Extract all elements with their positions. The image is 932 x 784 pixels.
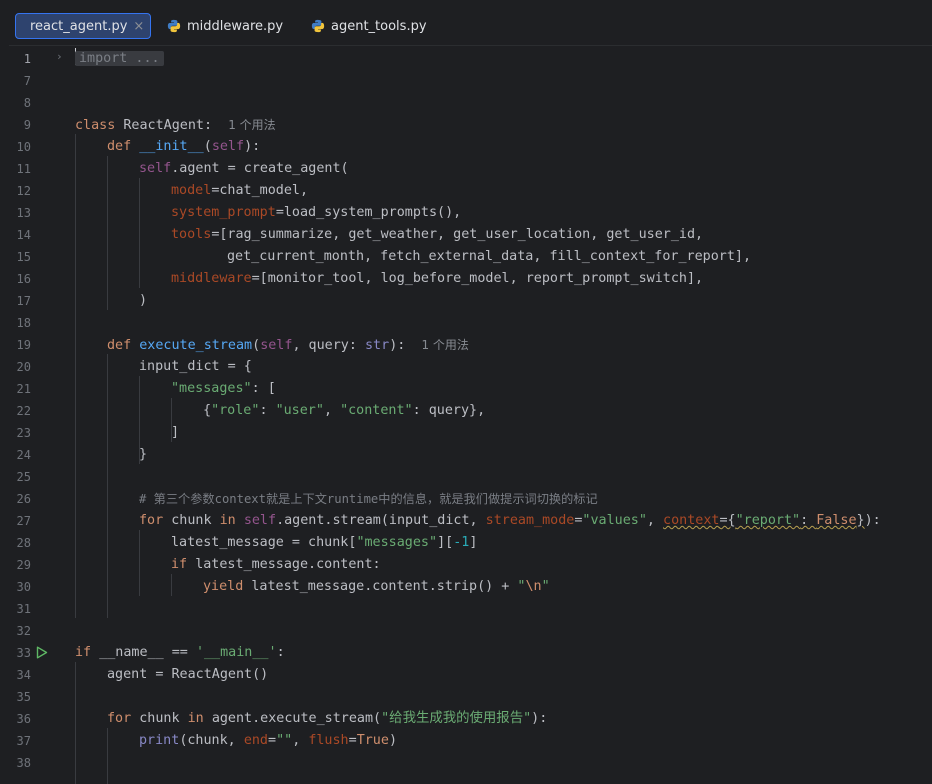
tab-label: agent_tools.py [331, 18, 427, 34]
code-line-26: # 第三个参数context就是上下文runtime中的信息，就是我们做提示词切… [139, 492, 598, 506]
line-number: 17 [16, 294, 31, 308]
close-icon[interactable]: × [133, 19, 144, 34]
code-line-1: import ... [75, 48, 164, 70]
tab-label: middleware.py [187, 18, 284, 34]
editor-tab-bar: react_agent.py × middleware.py agent_too… [9, 7, 932, 46]
code-line-11: self.agent = create_agent( [139, 161, 349, 176]
line-number: 28 [16, 536, 31, 550]
line-number: 35 [16, 690, 31, 704]
code-line-29: if latest_message.content: [171, 557, 381, 572]
line-number: 18 [16, 316, 31, 330]
line-number: 29 [16, 558, 31, 572]
code-line-21: "messages": [ [171, 381, 276, 396]
line-number: 31 [16, 602, 31, 616]
line-number: 33 [16, 646, 31, 660]
code-line-30: yield latest_message.content.strip() + "… [203, 579, 550, 594]
python-icon [311, 19, 325, 33]
line-number: 32 [16, 624, 31, 638]
code-line-9: class ReactAgent: 1 个用法 [75, 118, 276, 133]
line-number: 9 [23, 118, 31, 132]
code-line-37: print(chunk, end="", flush=True) [139, 733, 397, 748]
code-line-28: latest_message = chunk["messages"][-1] [171, 535, 478, 550]
code-line-15: get_current_month, fetch_external_data, … [227, 249, 752, 264]
line-number-gutter: › 1 7 8 9 10 11 12 13 14 15 16 17 18 19 20 21 22 23 24 25 26… [9, 46, 65, 784]
code-editor[interactable]: › 1 7 8 9 10 11 12 13 14 15 16 17 18 19 20 21 22 23 24 25 26… [9, 46, 932, 784]
line-number: 22 [16, 404, 31, 418]
line-number: 24 [16, 448, 31, 462]
indent-guide [171, 574, 172, 596]
tab-middleware[interactable]: middleware.py [159, 13, 289, 39]
tab-agent-tools[interactable]: agent_tools.py [303, 13, 433, 39]
line-number: 26 [16, 492, 31, 506]
line-number: 20 [16, 360, 31, 374]
indent-guide [107, 156, 108, 310]
code-line-27: for chunk in self.agent.stream(input_dic… [139, 513, 881, 528]
folded-imports[interactable]: import ... [75, 51, 164, 66]
code-line-34: agent = ReactAgent() [107, 667, 269, 682]
line-number: 38 [16, 756, 31, 770]
code-line-23: ] [171, 425, 180, 440]
line-number: 25 [16, 470, 31, 484]
line-number: 16 [16, 272, 31, 286]
code-line-36: for chunk in agent.execute_stream("给我生成我… [107, 711, 548, 726]
line-number: 14 [16, 228, 31, 242]
tab-react-agent[interactable]: react_agent.py × [15, 13, 151, 39]
code-line-13: system_prompt=load_system_prompts(), [171, 205, 462, 220]
line-number: 21 [16, 382, 31, 396]
indent-guide [139, 530, 140, 596]
indent-guide [107, 728, 108, 784]
code-line-12: model=chat_model, [171, 183, 309, 198]
fold-chevron-icon[interactable]: › [56, 51, 63, 63]
usage-hint[interactable]: 1 个用法 [421, 338, 468, 352]
line-number: 12 [16, 184, 31, 198]
line-number: 13 [16, 206, 31, 220]
line-number: 11 [16, 162, 31, 176]
code-line-16: middleware=[monitor_tool, log_before_mod… [171, 271, 704, 286]
line-number: 30 [16, 580, 31, 594]
line-number: 36 [16, 712, 31, 726]
code-line-24: } [139, 447, 148, 462]
code-line-19: def execute_stream(self, query: str): 1 … [107, 338, 469, 353]
line-number: 7 [23, 74, 31, 88]
line-number: 10 [16, 140, 31, 154]
indent-guide [75, 662, 76, 784]
line-number: 23 [16, 426, 31, 440]
line-number: 15 [16, 250, 31, 264]
indent-guide [75, 134, 76, 618]
tab-label: react_agent.py [30, 18, 128, 34]
line-number: 34 [16, 668, 31, 682]
indent-guide [107, 354, 108, 618]
code-line-33: if __name__ == '__main__': [75, 645, 285, 660]
usage-hint[interactable]: 1 个用法 [228, 118, 275, 132]
line-number: 37 [16, 734, 31, 748]
code-line-22: {"role": "user", "content": query}, [203, 403, 486, 418]
python-icon [167, 19, 181, 33]
code-line-10: def __init__(self): [107, 139, 261, 154]
inspection-warning[interactable]: context={"report": False} [663, 513, 865, 528]
run-icon[interactable] [36, 646, 48, 659]
code-line-14: tools=[rag_summarize, get_weather, get_u… [171, 227, 704, 242]
line-number: 19 [16, 338, 31, 352]
code-line-17: ) [139, 293, 148, 308]
code-area[interactable]: import ... class ReactAgent: 1 个用法 def _… [75, 46, 932, 784]
line-number: 1 [23, 52, 31, 66]
line-number: 8 [23, 96, 31, 110]
code-line-20: input_dict = { [139, 359, 252, 374]
line-number: 27 [16, 514, 31, 528]
indent-guide [139, 178, 140, 288]
